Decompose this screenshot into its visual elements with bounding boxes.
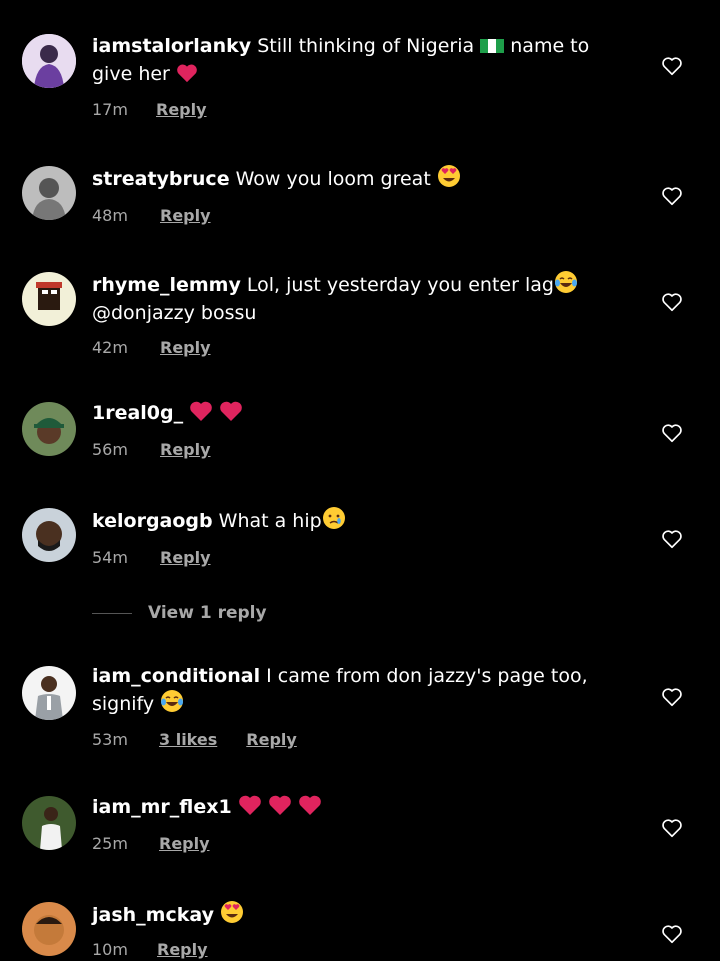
comment-body: streatybruce Wow you loom great 48m Repl… <box>92 164 632 225</box>
comment-body: 1real0g_ 56m Reply <box>92 400 632 459</box>
comment-username[interactable]: kelorgaogb <box>92 510 213 532</box>
comment-content: Lol, just yesterday you enter lag <box>240 274 554 296</box>
red-heart-icon <box>219 400 243 429</box>
comment-body: iam_mr_flex1 25m Reply <box>92 794 632 853</box>
comment-meta: 42m Reply <box>92 338 632 357</box>
comment-time: 56m <box>92 440 128 459</box>
comment-time: 42m <box>92 338 128 357</box>
avatar[interactable] <box>22 34 76 88</box>
comment-body: rhyme_lemmy Lol, just yesterday you ente… <box>92 270 632 357</box>
like-heart-icon[interactable] <box>661 185 683 207</box>
comment-body: jash_mckay 10m Reply <box>92 900 632 959</box>
reply-button[interactable]: Reply <box>156 100 207 119</box>
like-heart-icon[interactable] <box>661 528 683 550</box>
comment-body: kelorgaogb What a hip 54m Reply <box>92 506 632 567</box>
comment-text: iam_mr_flex1 <box>92 794 632 823</box>
red-heart-icon <box>189 400 213 429</box>
comment-time: 48m <box>92 206 128 225</box>
like-heart-icon[interactable] <box>661 817 683 839</box>
comment-meta: 53m 3 likes Reply <box>92 730 632 749</box>
comment-time: 25m <box>92 834 128 853</box>
likes-count[interactable]: 3 likes <box>159 730 217 749</box>
like-heart-icon[interactable] <box>661 422 683 444</box>
comment-text: streatybruce Wow you loom great <box>92 164 632 195</box>
comment-username[interactable]: rhyme_lemmy <box>92 274 241 296</box>
avatar[interactable] <box>22 402 76 456</box>
red-heart-icon <box>298 794 322 823</box>
nigeria-flag-icon <box>480 37 505 62</box>
comment-time: 53m <box>92 730 128 749</box>
comment-meta: 54m Reply <box>92 548 632 567</box>
comment-content: What a hip <box>212 510 322 532</box>
tears-of-joy-icon <box>554 270 578 301</box>
comment-meta: 48m Reply <box>92 206 632 225</box>
comment-content-line2: @donjazzy bossu <box>92 302 257 324</box>
red-heart-icon <box>238 794 262 823</box>
comment-username[interactable]: iamstalorlanky <box>92 35 251 57</box>
comment-body: iamstalorlanky Still thinking of Nigeria… <box>92 34 632 119</box>
view-replies-button[interactable]: View 1 reply <box>92 603 267 623</box>
comment-body: iam_conditional I came from don jazzy's … <box>92 664 632 749</box>
tears-of-joy-icon <box>160 689 184 720</box>
heart-eyes-icon <box>437 164 461 195</box>
reply-button[interactable]: Reply <box>157 940 208 959</box>
reply-button[interactable]: Reply <box>160 548 211 567</box>
comment-content: Still thinking of Nigeria <box>251 35 475 57</box>
red-heart-icon <box>176 63 198 90</box>
comment-text: kelorgaogb What a hip <box>92 506 632 537</box>
reply-button[interactable]: Reply <box>160 338 211 357</box>
red-heart-icon <box>268 794 292 823</box>
comment-text: rhyme_lemmy Lol, just yesterday you ente… <box>92 270 632 326</box>
comment-text: 1real0g_ <box>92 400 632 429</box>
avatar[interactable] <box>22 666 76 720</box>
comment-meta: 56m Reply <box>92 440 632 459</box>
comment-content-line2: signify <box>92 693 155 715</box>
crying-face-icon <box>322 506 346 537</box>
comment-text: iamstalorlanky Still thinking of Nigeria… <box>92 34 632 90</box>
like-heart-icon[interactable] <box>661 55 683 77</box>
avatar[interactable] <box>22 796 76 850</box>
view-replies-label: View 1 reply <box>148 603 267 623</box>
avatar[interactable] <box>22 902 76 956</box>
view-replies-divider <box>92 612 132 614</box>
comment-time: 10m <box>92 940 128 959</box>
comment-text: iam_conditional I came from don jazzy's … <box>92 664 632 720</box>
like-heart-icon[interactable] <box>661 291 683 313</box>
reply-button[interactable]: Reply <box>246 730 297 749</box>
reply-button[interactable]: Reply <box>160 440 211 459</box>
comment-time: 54m <box>92 548 128 567</box>
comment-text: jash_mckay <box>92 900 632 931</box>
comment-username[interactable]: jash_mckay <box>92 904 214 926</box>
comment-username[interactable]: 1real0g_ <box>92 402 183 424</box>
reply-button[interactable]: Reply <box>159 834 210 853</box>
like-heart-icon[interactable] <box>661 686 683 708</box>
heart-eyes-icon <box>220 900 244 931</box>
like-heart-icon[interactable] <box>661 923 683 945</box>
comment-username[interactable]: iam_mr_flex1 <box>92 796 232 818</box>
avatar[interactable] <box>22 166 76 220</box>
comment-content: Wow you loom great <box>229 168 431 190</box>
comment-username[interactable]: streatybruce <box>92 168 230 190</box>
avatar[interactable] <box>22 272 76 326</box>
comment-meta: 25m Reply <box>92 834 632 853</box>
comment-meta: 17m Reply <box>92 100 632 119</box>
reply-button[interactable]: Reply <box>160 206 211 225</box>
comment-username[interactable]: iam_conditional <box>92 665 260 687</box>
comment-meta: 10m Reply <box>92 940 632 959</box>
avatar[interactable] <box>22 508 76 562</box>
comment-content: I came from don jazzy's page too, <box>260 665 588 687</box>
comment-time: 17m <box>92 100 128 119</box>
